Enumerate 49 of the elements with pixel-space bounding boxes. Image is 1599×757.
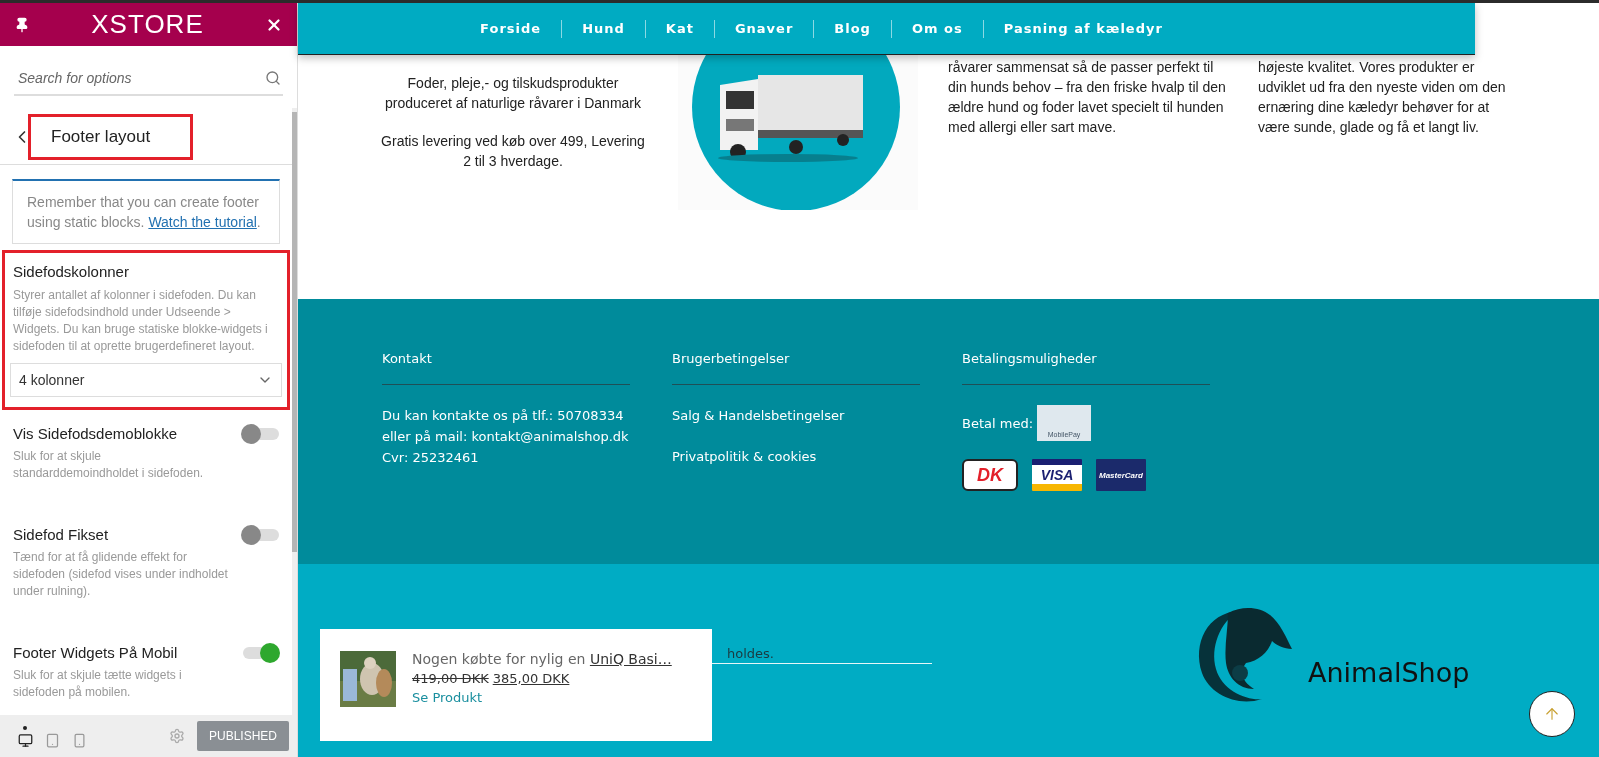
columns-select[interactable]: 4 kolonner: [10, 363, 282, 397]
published-button[interactable]: PUBLISHED: [196, 721, 289, 751]
product-link[interactable]: UniQ Basi…: [589, 651, 672, 667]
setting-title: Footer Widgets På Mobil: [13, 644, 178, 661]
footer-heading: Betalingsmuligheder: [962, 351, 1210, 385]
nav-link[interactable]: Kat: [645, 21, 714, 36]
intro-text: Gratis levering ved køb over 499, Levering 2 til 3 hverdage.: [380, 132, 646, 171]
section-title: Footer layout: [28, 114, 193, 160]
settings-icon[interactable]: [168, 728, 185, 744]
tutorial-link[interactable]: Watch the tutorial: [148, 214, 257, 230]
search-icon: [265, 70, 281, 86]
nav-link[interactable]: Forside: [460, 21, 562, 36]
scroll-top-button[interactable]: [1529, 691, 1575, 737]
old-price: 419,00 DKK: [412, 671, 489, 686]
setting-title: Sidefod Fikset: [13, 526, 109, 543]
footer-text: holdes.: [727, 646, 774, 661]
setting-title: Vis Sidefodsdemoblokke: [13, 425, 177, 442]
payment-card-logo: DK: [962, 459, 1018, 491]
setting-description: Styrer antallet af kolonner i sidefoden. Du kan tilføje sidefodsindhold under Udseende > Widgets. Du kan bruge statiske blokke-widgets i sidefoden til at oprette brugerdefineret layout.: [13, 287, 269, 355]
setting-description: Sluk for at skjule tætte widgets i sidefoden på mobilen.: [13, 667, 183, 701]
description-text: højeste kvalitet. Vores produkter er udviklet ud fra den nyeste viden om den ernæring dine kæledyr behøver for at være sunde, glade og få et langt liv.: [1258, 58, 1507, 137]
nav-link[interactable]: Om os: [891, 21, 983, 36]
logo: XSTORE: [91, 9, 204, 40]
brand-name: AnimalShop: [1308, 656, 1470, 688]
contact-text: Cvr: 25232461: [382, 449, 480, 467]
notice-text: Remember that you can create footer using static blocks. Watch the tutorial.: [12, 179, 280, 244]
nav-link[interactable]: Blog: [814, 21, 891, 36]
payment-label: Betal med:: [962, 414, 1034, 433]
footer-link[interactable]: Privatpolitik & cookies: [672, 446, 920, 467]
nav-link[interactable]: Pasning af kæledyr: [983, 21, 1183, 36]
payment-card-logo: VISA: [1032, 459, 1082, 491]
setting-title: Sidefodskolonner: [13, 263, 129, 280]
price: 385,00 DKK: [492, 671, 570, 686]
footer-heading: Brugerbetingelser: [672, 351, 920, 385]
nav-link[interactable]: Hund: [562, 21, 645, 36]
scrollbar[interactable]: [292, 108, 297, 715]
pin-icon[interactable]: [14, 16, 30, 33]
contact-text: Du kan kontakte os på tlf.: 50708334 eller på mail: kontakt@animalshop.dk: [382, 407, 630, 446]
footer-link[interactable]: Salg & Handelsbetingelser: [672, 405, 920, 426]
setting-description: Tænd for at få glidende effekt for sidefoden (sidefod vises under indholdet under rulning).: [13, 549, 229, 600]
product-link[interactable]: Se Produkt: [412, 690, 672, 705]
notification-text: Nogen købte for nylig en UniQ Basi…: [412, 651, 672, 667]
intro-text: Foder, pleje,- og tilskudsprodukter produceret af naturlige råvarer i Danmark: [384, 74, 642, 113]
footer-heading: Kontakt: [382, 351, 630, 385]
payment-card-logo: MasterCard: [1096, 459, 1146, 491]
desktop-preview-button[interactable]: [18, 724, 33, 748]
setting-description: Sluk for at skjule standarddemoindholdet i sidefoden.: [13, 448, 205, 482]
description-text: råvarer sammensat så de passer perfekt til din hunds behov – fra den friske hvalp til den ældre hund og foder lavet specielt til hunden med allergi eller sart mave.: [948, 58, 1227, 137]
nav-link[interactable]: Gnaver: [714, 21, 814, 36]
